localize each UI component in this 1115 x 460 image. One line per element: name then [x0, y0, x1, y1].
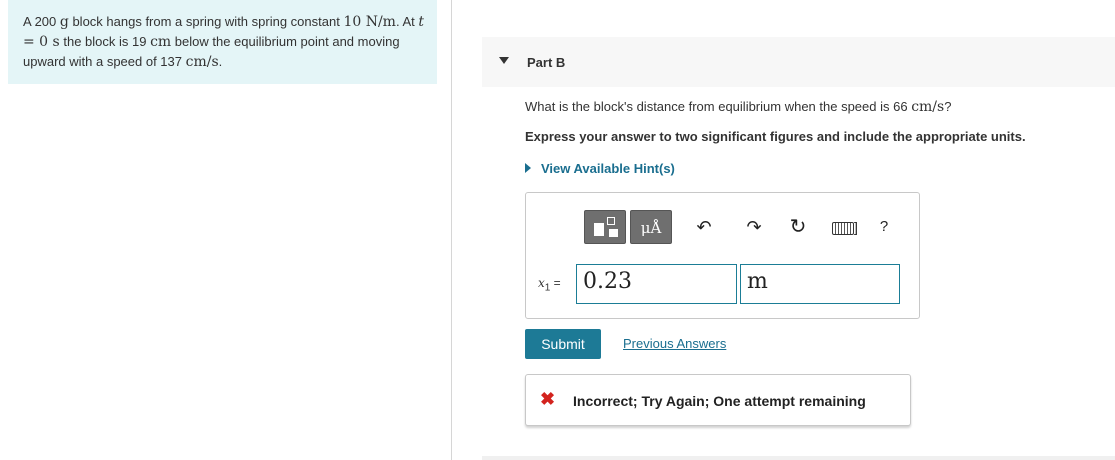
hint-label: View Available Hint(s)	[541, 161, 675, 176]
previous-answers-link[interactable]: Previous Answers	[623, 336, 726, 351]
view-hints-link[interactable]: View Available Hint(s)	[525, 161, 675, 176]
help-button[interactable]: ?	[872, 215, 896, 239]
answer-instruction: Express your answer to two significant f…	[525, 129, 1026, 144]
templates-button[interactable]	[584, 210, 626, 244]
question-text: What is the block's distance from equili…	[525, 99, 952, 115]
column-divider	[451, 0, 452, 460]
part-title: Part B	[527, 55, 566, 70]
question-unit: cm/s	[911, 99, 945, 115]
unit-input[interactable]: m	[740, 264, 900, 304]
spring-constant-unit: N/m	[365, 14, 396, 30]
collapse-caret-icon[interactable]	[499, 57, 509, 64]
section-bottom-border	[482, 456, 1115, 460]
keyboard-icon	[832, 221, 855, 235]
incorrect-icon: ✖	[540, 389, 556, 409]
units-button[interactable]: μÅ	[630, 210, 672, 244]
submit-button[interactable]: Submit	[525, 329, 601, 359]
feedback-message: ✖ Incorrect; Try Again; One attempt rema…	[525, 374, 911, 426]
templates-icon	[594, 223, 604, 236]
expand-triangle-icon	[525, 163, 531, 173]
problem-text: A 200 g block hangs from a spring with s…	[23, 14, 424, 70]
answer-box: μÅ ↶ ↷ ↻ ] ? x1 = 0.23 m	[525, 192, 920, 319]
problem-statement: A 200 g block hangs from a spring with s…	[8, 0, 437, 84]
redo-icon[interactable]: ↷	[742, 215, 766, 239]
keyboard-shortcuts-button[interactable]: ]	[828, 215, 862, 239]
variable-label: x1 =	[538, 276, 561, 294]
undo-icon[interactable]: ↶	[692, 215, 716, 239]
feedback-text: Incorrect; Try Again; One attempt remain…	[573, 393, 866, 409]
value-input[interactable]: 0.23	[576, 264, 737, 304]
reset-icon[interactable]: ↻	[786, 215, 810, 239]
mass-unit: g	[59, 14, 69, 30]
part-header[interactable]: Part B	[482, 37, 1115, 87]
